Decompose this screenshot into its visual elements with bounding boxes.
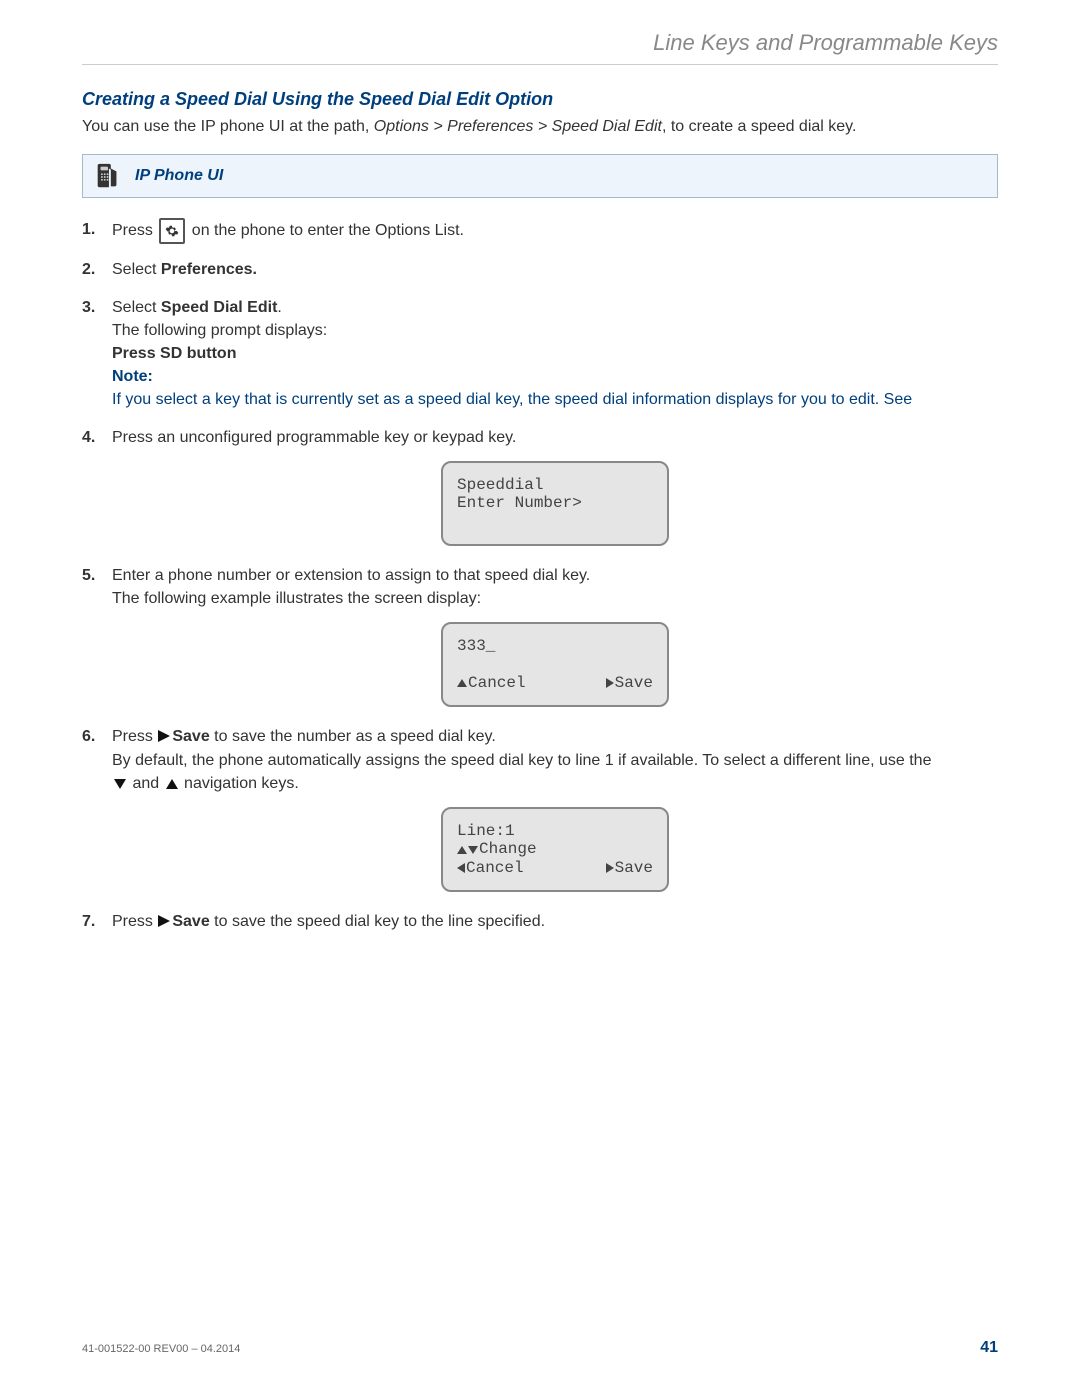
step7-save: Save (172, 913, 209, 930)
step6-save: Save (172, 728, 209, 745)
step-6: Press Save to save the number as a speed… (82, 725, 998, 892)
step-3: Select Speed Dial Edit. The following pr… (82, 296, 998, 412)
intro-path: Options > Preferences > Speed Dial Edit (374, 118, 662, 135)
step-5: Enter a phone number or extension to ass… (82, 564, 998, 708)
intro-suffix: , to create a speed dial key. (662, 118, 856, 135)
step3-select: Select (112, 299, 161, 316)
step5-line1: Enter a phone number or extension to ass… (112, 567, 590, 584)
up-triangle-icon (457, 679, 467, 687)
screen3-change: Change (479, 840, 537, 858)
page-footer: 41-001522-00 REV00 – 04.2014 41 (82, 1339, 998, 1357)
step3-sdbtn: Press SD button (112, 345, 236, 362)
up-triangle-icon (457, 846, 467, 854)
screen1-line1: Speeddial (457, 476, 543, 494)
step7-press: Press (112, 913, 157, 930)
step5-line2: The following example illustrates the sc… (112, 590, 481, 607)
nav-down-icon (114, 779, 126, 789)
screen2-cancel: Cancel (468, 674, 526, 692)
page-number: 41 (980, 1339, 998, 1357)
steps-list: Press on the phone to enter the Options … (82, 218, 998, 933)
screen3-line: Line:1 (457, 822, 515, 840)
step-1: Press on the phone to enter the Options … (82, 218, 998, 244)
step3-period: . (277, 299, 281, 316)
note-label: Note: (112, 368, 153, 385)
screen1-line2: Enter Number> (457, 494, 582, 512)
step2-select: Select (112, 261, 161, 278)
section-heading: Creating a Speed Dial Using the Speed Di… (82, 89, 998, 110)
play-icon (158, 730, 170, 742)
intro-prefix: You can use the IP phone UI at the path, (82, 118, 374, 135)
footer-rev: 41-001522-00 REV00 – 04.2014 (82, 1343, 240, 1355)
step-4: Press an unconfigured programmable key o… (82, 426, 998, 546)
down-triangle-icon (468, 846, 478, 854)
step6-line2a: By default, the phone automatically assi… (112, 752, 931, 769)
step2-preferences: Preferences. (161, 261, 257, 278)
screen2-number: 333_ (457, 637, 495, 655)
nav-up-icon (166, 779, 178, 789)
intro-paragraph: You can use the IP phone UI at the path,… (82, 116, 998, 138)
step7-after: to save the speed dial key to the line s… (210, 913, 545, 930)
lcd-screen-2: 333_ Cancel Save (441, 622, 669, 707)
lcd-screen-3: Line:1 Change Cancel Save (441, 807, 669, 892)
step6-and: and (128, 775, 164, 792)
ip-phone-callout: IP Phone UI (82, 154, 998, 198)
play-icon (158, 915, 170, 927)
step1-after: on the phone to enter the Options List. (187, 223, 464, 240)
screen3-cancel: Cancel (466, 859, 524, 877)
options-gear-button (159, 218, 185, 244)
right-triangle-icon (606, 678, 614, 688)
step6-line2c: navigation keys. (180, 775, 299, 792)
phone-icon (93, 161, 123, 191)
step-2: Select Preferences. (82, 258, 998, 281)
step1-press: Press (112, 223, 157, 240)
header-title: Line Keys and Programmable Keys (653, 30, 998, 55)
left-triangle-icon (457, 863, 465, 873)
right-triangle-icon (606, 863, 614, 873)
page: Line Keys and Programmable Keys Creating… (0, 0, 1080, 1397)
page-header: Line Keys and Programmable Keys (82, 30, 998, 65)
callout-title: IP Phone UI (135, 167, 223, 185)
step3-sde: Speed Dial Edit (161, 299, 277, 316)
step6-after: to save the number as a speed dial key. (210, 728, 496, 745)
step3-prompt: The following prompt displays: (112, 322, 327, 339)
screen2-save: Save (615, 674, 653, 692)
lcd-screen-1: Speeddial Enter Number> (441, 461, 669, 546)
note-text: If you select a key that is currently se… (112, 391, 912, 408)
step6-press: Press (112, 728, 157, 745)
screen3-save: Save (615, 859, 653, 877)
step4-text: Press an unconfigured programmable key o… (112, 429, 516, 446)
step-7: Press Save to save the speed dial key to… (82, 910, 998, 933)
